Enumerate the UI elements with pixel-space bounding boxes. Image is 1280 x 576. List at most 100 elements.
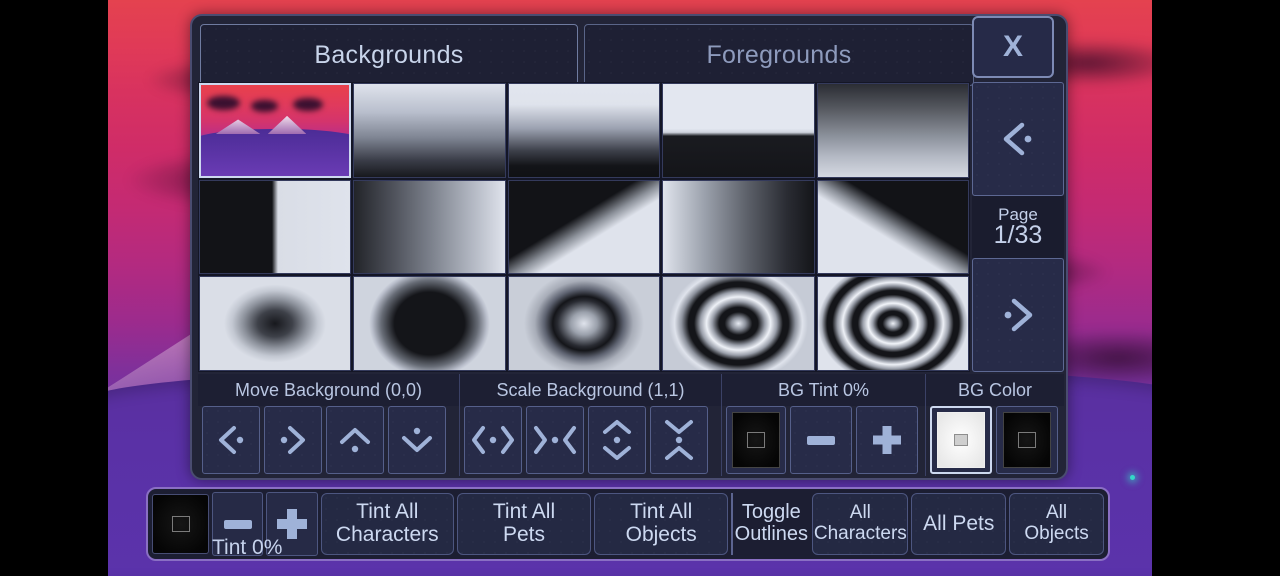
all-pets-line1: All Pets (923, 511, 995, 535)
thumbnail-horizontal-gradient[interactable] (353, 179, 506, 275)
swatch-square (954, 434, 968, 446)
thumbnail-art (354, 84, 505, 177)
swatch-square (747, 432, 765, 448)
tab-backgrounds-label: Backgrounds (314, 40, 464, 69)
thumbnail-diagonal-gradient-down[interactable] (816, 179, 969, 275)
bg-color-group (926, 406, 1064, 476)
tab-foregrounds-label: Foregrounds (706, 40, 852, 69)
thumbnail-horizontal-gradient-mirror[interactable] (662, 179, 815, 275)
thumbnail-art (200, 277, 351, 370)
chevron-right-dot-icon (1004, 298, 1033, 332)
tab-backgrounds[interactable]: Backgrounds (200, 24, 578, 86)
control-headers: Move Background (0,0) Scale Background (… (198, 374, 1064, 406)
thumb-cloud (206, 95, 240, 111)
tint-all-objects-button[interactable]: Tint All Objects (594, 493, 729, 555)
move-up-button[interactable] (326, 406, 384, 474)
thumbnail-radial-ring-double[interactable] (662, 276, 815, 371)
toggle-outlines-line2: Outlines (734, 523, 809, 545)
bg-tint-minus-button[interactable] (790, 406, 852, 474)
thumb-ground (201, 128, 350, 176)
scale-narrower-button[interactable] (526, 406, 584, 474)
thumb-cloud (293, 97, 323, 112)
thumbnail-art (663, 84, 814, 177)
scale-background-label: Scale Background (1,1) (460, 374, 722, 406)
next-page-button[interactable] (972, 258, 1064, 372)
all-objects-line2: Objects (1024, 523, 1089, 544)
thumbnail-purple-mountain-scene[interactable] (199, 83, 352, 178)
bg-tint-plus-button[interactable] (856, 406, 918, 474)
global-tint-readout: Tint 0% (212, 536, 283, 559)
screen: Backgrounds Foregrounds X Page 1/33 Move… (0, 0, 1280, 576)
minus-icon (807, 435, 835, 445)
swatch-square (1018, 432, 1036, 448)
tint-all-characters-button[interactable]: Tint All Characters (320, 493, 454, 555)
bg-tint-swatch[interactable] (726, 406, 786, 474)
bg-color-black-swatch[interactable] (996, 406, 1058, 474)
tab-foregrounds[interactable]: Foregrounds (584, 24, 974, 86)
chevron-up-dot-icon (340, 428, 370, 453)
all-objects-button[interactable]: All Objects (1009, 493, 1104, 555)
thumbnail-art (817, 84, 968, 177)
tint-all-objects-line2: Objects (625, 523, 697, 546)
close-button[interactable]: X (972, 16, 1054, 78)
global-tint-toolbar: Tint All Characters Tint All Pets Tint A… (146, 487, 1110, 561)
prev-page-button[interactable] (972, 82, 1064, 196)
all-characters-line1: All (849, 502, 871, 524)
tint-all-pets-line1: Tint All (492, 500, 556, 524)
move-down-button[interactable] (388, 406, 446, 474)
scale-group (460, 406, 722, 476)
global-tint-swatch[interactable] (152, 494, 210, 554)
all-characters-line2: Characters (813, 523, 907, 544)
thumbnail-art (508, 277, 660, 370)
pager-column: Page 1/33 (972, 82, 1064, 372)
thumbnail-radial-ring-triple[interactable] (816, 276, 969, 371)
thumbnail-radial-soft-dark[interactable] (199, 276, 352, 371)
chevron-left-dot-icon (219, 426, 244, 454)
contract-vertical-icon (665, 420, 693, 460)
all-pets-button[interactable]: All Pets (911, 493, 1007, 555)
thumbnail-art (817, 277, 968, 370)
firefly (1130, 475, 1135, 480)
bg-tint-label: BG Tint 0% (722, 374, 926, 406)
swatch-black (1003, 412, 1051, 468)
letterbox-right (1152, 0, 1280, 576)
thumbnail-grid (198, 82, 970, 372)
scale-wider-button[interactable] (464, 406, 522, 474)
swatch-white (937, 412, 985, 468)
swatch-square (171, 516, 190, 532)
move-background-label: Move Background (0,0) (198, 374, 460, 406)
background-selector-panel: Backgrounds Foregrounds X Page 1/33 Move… (190, 14, 1068, 480)
page-value: 1/33 (993, 220, 1043, 249)
thumbnail-radial-blob-dark[interactable] (353, 276, 506, 371)
thumbnail-art (200, 180, 351, 274)
minus-icon (223, 519, 252, 529)
scale-taller-button[interactable] (588, 406, 646, 474)
thumbnail-radial-ring-single[interactable] (507, 276, 661, 371)
all-characters-button[interactable]: All Characters (812, 493, 909, 555)
thumbnail-art (354, 277, 505, 370)
swatch-black (732, 412, 780, 468)
thumbnail-vertical-split[interactable] (199, 179, 352, 275)
expand-vertical-icon (603, 420, 631, 460)
thumbnail-art (817, 180, 968, 274)
move-right-button[interactable] (264, 406, 322, 474)
thumbnail-vertical-gradient-dark[interactable] (816, 83, 969, 178)
tab-bar: Backgrounds Foregrounds (200, 24, 1062, 86)
plus-icon (873, 426, 901, 454)
thumb-cloud (251, 99, 279, 113)
thumbnail-art (663, 277, 814, 370)
close-icon: X (1002, 30, 1023, 63)
tint-all-characters-line1: Tint All (356, 500, 419, 524)
thumbnail-vertical-gradient-light[interactable] (353, 83, 506, 178)
tint-group (722, 406, 926, 476)
tint-all-pets-line2: Pets (502, 523, 546, 546)
thumbnail-diagonal-gradient-up[interactable] (507, 179, 661, 275)
thumbnail-vertical-gradient-sharp[interactable] (507, 83, 661, 178)
tint-all-characters-line2: Characters (335, 523, 439, 546)
move-left-button[interactable] (202, 406, 260, 474)
thumbnail-horizon-split[interactable] (662, 83, 815, 178)
bg-color-white-swatch[interactable] (930, 406, 992, 474)
thumbnail-art (508, 180, 660, 274)
scale-shorter-button[interactable] (650, 406, 708, 474)
tint-all-pets-button[interactable]: Tint All Pets (456, 493, 592, 555)
